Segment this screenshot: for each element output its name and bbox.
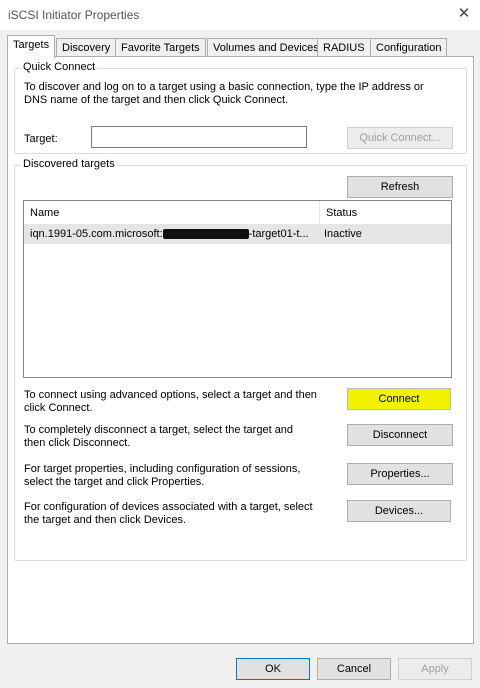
- properties-description-line2: select the target and click Properties.: [24, 476, 205, 488]
- tab-targets[interactable]: Targets: [7, 35, 56, 58]
- quick-connect-button[interactable]: Quick Connect...: [347, 127, 453, 149]
- apply-button[interactable]: Apply: [398, 658, 472, 680]
- tab-discovery[interactable]: Discovery: [56, 38, 117, 57]
- connect-description-line1: To connect using advanced options, selec…: [24, 389, 317, 401]
- discovered-targets-group-label: Discovered targets: [21, 158, 117, 170]
- target-name-suffix: -target01-t...: [248, 228, 309, 240]
- connect-description-line2: click Connect.: [24, 402, 93, 414]
- disconnect-button[interactable]: Disconnect: [347, 424, 453, 446]
- tab-configuration[interactable]: Configuration: [370, 38, 448, 57]
- targets-list-header: Name Status: [24, 201, 451, 225]
- discovered-targets-group: Discovered targets Refresh Name Status i…: [14, 158, 467, 561]
- quick-connect-description-line1: To discover and log on to a target using…: [24, 81, 424, 93]
- quick-connect-group-label: Quick Connect: [21, 61, 98, 73]
- properties-button[interactable]: Properties...: [347, 463, 453, 485]
- tab-volumes-and-devices[interactable]: Volumes and Devices: [207, 38, 325, 57]
- ok-button[interactable]: OK: [236, 658, 310, 680]
- devices-description-line1: For configuration of devices associated …: [24, 501, 313, 513]
- quick-connect-group: Quick Connect To discover and log on to …: [14, 61, 467, 154]
- window-title: iSCSI Initiator Properties: [8, 8, 140, 22]
- refresh-button[interactable]: Refresh: [347, 176, 453, 198]
- column-header-status[interactable]: Status: [319, 201, 451, 225]
- tab-radius[interactable]: RADIUS: [317, 38, 371, 57]
- table-row[interactable]: iqn.1991-05.com.microsoft: -target01-t...…: [24, 225, 451, 244]
- targets-tab-panel: Quick Connect To discover and log on to …: [7, 56, 474, 644]
- column-header-name[interactable]: Name: [24, 201, 319, 225]
- tab-favorite-targets[interactable]: Favorite Targets: [115, 38, 206, 57]
- target-input[interactable]: [91, 126, 307, 148]
- target-label: Target:: [24, 133, 58, 145]
- devices-description-line2: the target and then click Devices.: [24, 514, 187, 526]
- disconnect-description-line1: To completely disconnect a target, selec…: [24, 424, 294, 436]
- close-icon[interactable]: ✕: [456, 6, 472, 22]
- title-bar: iSCSI Initiator Properties ✕: [0, 0, 480, 30]
- quick-connect-description-line2: DNS name of the target and then click Qu…: [24, 94, 289, 106]
- target-name-cell: iqn.1991-05.com.microsoft: -target01-t...: [30, 225, 315, 244]
- targets-list[interactable]: Name Status iqn.1991-05.com.microsoft: -t…: [23, 200, 452, 378]
- target-name-prefix: iqn.1991-05.com.microsoft:: [30, 228, 163, 240]
- target-status-cell: Inactive: [324, 228, 362, 240]
- redacted-block: [162, 229, 249, 240]
- devices-button[interactable]: Devices...: [347, 500, 451, 522]
- disconnect-description-line2: then click Disconnect.: [24, 437, 131, 449]
- connect-button[interactable]: Connect: [347, 388, 451, 410]
- cancel-button[interactable]: Cancel: [317, 658, 391, 680]
- properties-description-line1: For target properties, including configu…: [24, 463, 301, 475]
